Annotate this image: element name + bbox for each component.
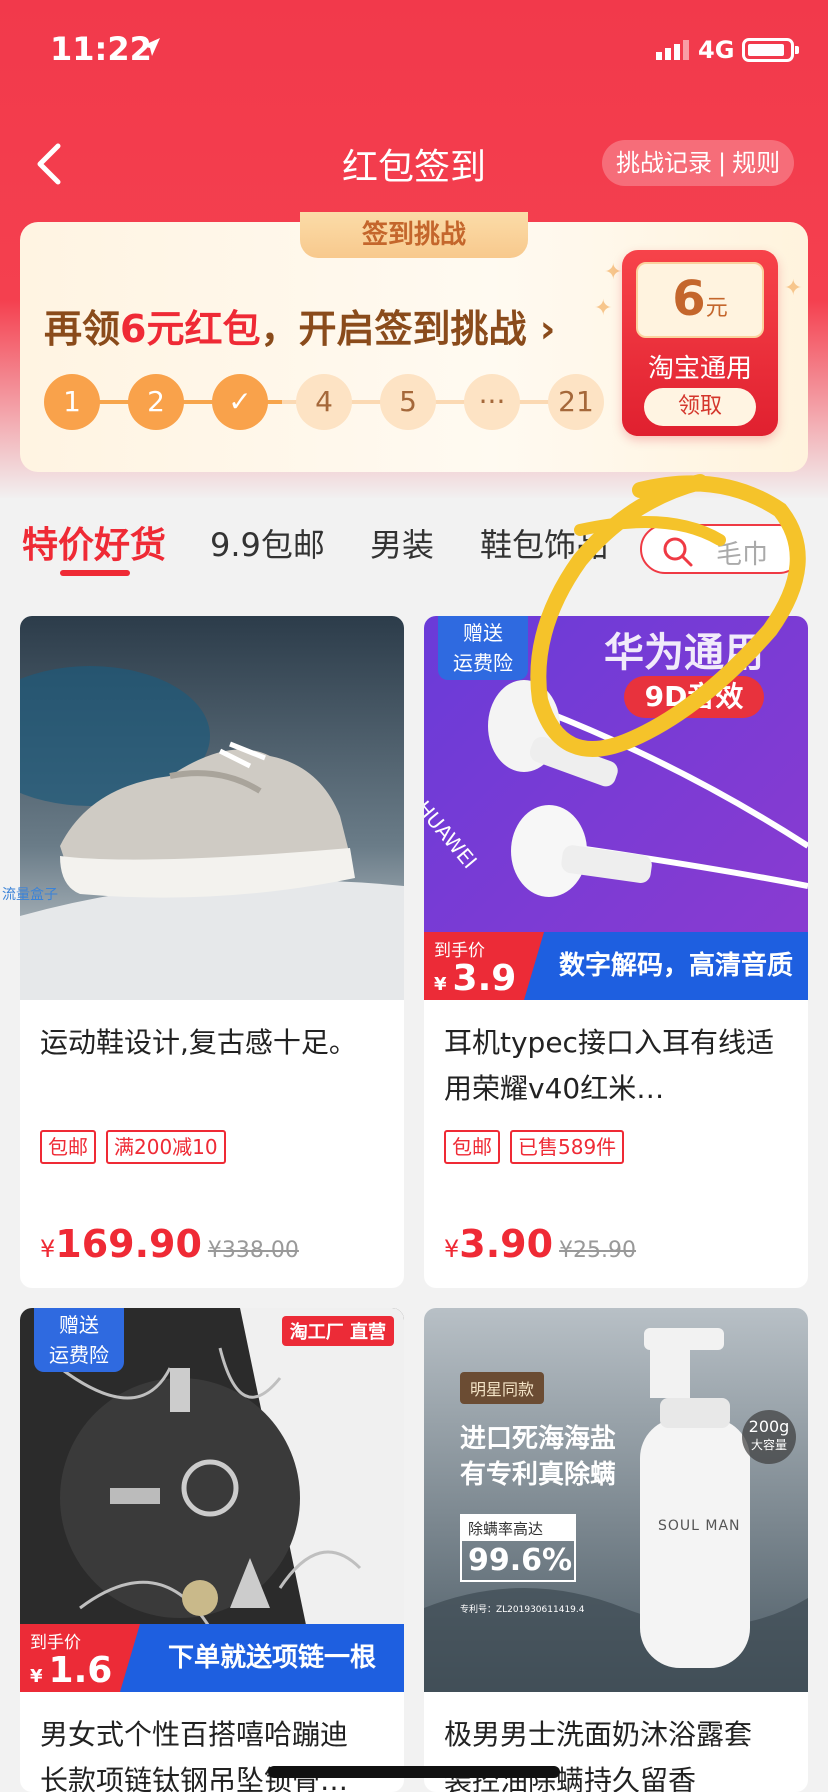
tag-free-shipping: 包邮 <box>444 1130 500 1164</box>
product-title: 耳机typec接口入耳有线适用荣耀v40红米… <box>444 1026 774 1105</box>
watermark: 流量盒子 <box>2 887 58 903</box>
rules-link[interactable]: 规则 <box>732 140 780 186</box>
sparkle-icon: ✦ <box>784 276 803 301</box>
step-5: 5 <box>380 374 436 430</box>
sign-challenge-tab: 签到挑战 <box>300 212 528 258</box>
tag-discount: 满200减10 <box>106 1130 226 1164</box>
tab-special-deals[interactable]: 特价好货 <box>22 516 166 568</box>
image-line-1: 进口死海海盐 <box>460 1424 617 1454</box>
product-title: 极男男士洗面奶沐浴露套装控油除螨持久留香 <box>444 1718 753 1792</box>
product-image-sneaker <box>20 616 404 1000</box>
original-price: ¥25.90 <box>559 1238 637 1263</box>
arrive-price-strip: 到手价 ¥3.9 数字解码，高清音质 <box>424 932 808 1000</box>
search-icon <box>663 537 693 567</box>
status-bar: 11:22 4G <box>0 0 828 100</box>
step-2: 2 <box>128 374 184 430</box>
step-ellipsis: ··· <box>464 374 520 430</box>
product-title: 男女式个性百搭嘻哈蹦迪长款项链钛钢吊坠锁骨… <box>40 1718 349 1792</box>
challenge-records-link[interactable]: 挑战记录 <box>616 140 712 186</box>
image-line-2: 有专利真除螨 <box>460 1460 617 1490</box>
product-tags: 包邮 满200减10 <box>40 1130 226 1164</box>
sparkle-icon: ✦ <box>604 260 623 285</box>
step-4: 4 <box>296 374 352 430</box>
tab-menswear[interactable]: 男装 <box>370 520 434 566</box>
patent-number: 专利号：ZL201930611419.4 <box>460 1605 585 1615</box>
status-time: 11:22 <box>50 30 152 68</box>
tab-free-shipping[interactable]: 9.9包邮 <box>210 520 325 566</box>
step-3-check: ✓ <box>212 374 268 430</box>
coupon-amount-box: 6元 <box>636 262 764 338</box>
product-price: ¥3.90 ¥25.90 <box>444 1222 637 1266</box>
coupon-label: 淘宝通用 <box>647 354 752 384</box>
image-headline: 华为通用 <box>604 630 764 676</box>
volume-badge: 200g 大容量 <box>742 1410 796 1464</box>
claim-button[interactable]: 领取 <box>644 388 756 426</box>
signal-icon <box>656 40 689 60</box>
product-title: 运动鞋设计,复古感十足。 <box>40 1026 357 1059</box>
location-arrow-icon <box>142 38 160 56</box>
arrive-price-strip: 到手价 ¥1.6 下单就送项链一根 <box>20 1624 404 1692</box>
mite-rate-box: 除螨率高达 99.6% <box>460 1514 576 1582</box>
product-card-1[interactable]: 运动鞋设计,复古感十足。 包邮 满200减10 ¥169.90 ¥338.00 <box>20 616 404 1288</box>
shipping-insurance-badge: 赠送 运费险 <box>438 616 528 680</box>
chevron-right-icon: › <box>539 307 556 351</box>
search-input[interactable]: 毛巾 <box>640 524 804 574</box>
product-card-2[interactable]: 赠送 运费险 华为通用 9D音效 HUAWEI 到手价 ¥3.9 数字解码，高清音… <box>424 616 808 1288</box>
product-image-necklace: 赠送 运费险 淘工厂 直营 到手价 ¥1.6 下单就送项链一根 <box>20 1308 404 1692</box>
image-pill: 9D音效 <box>624 676 764 718</box>
original-price: ¥338.00 <box>207 1238 299 1263</box>
home-indicator <box>268 1766 560 1778</box>
step-21: 21 <box>548 374 604 430</box>
coupon-unit: 元 <box>705 296 728 321</box>
product-image-earphones: 赠送 运费险 华为通用 9D音效 HUAWEI 到手价 ¥3.9 数字解码，高清音… <box>424 616 808 1000</box>
product-image-facewash: 明星同款 进口死海海盐 有专利真除螨 除螨率高达 99.6% 专利号：ZL201… <box>424 1308 808 1692</box>
tag-free-shipping: 包邮 <box>40 1130 96 1164</box>
battery-icon <box>742 38 799 62</box>
sparkle-icon: ✦ <box>594 296 613 321</box>
step-1: 1 <box>44 374 100 430</box>
product-card-3[interactable]: 赠送 运费险 淘工厂 直营 到手价 ¥1.6 下单就送项链一根 男女式个性百搭嘻哈… <box>20 1308 404 1792</box>
nav-separator: | <box>718 149 727 177</box>
search-placeholder: 毛巾 <box>716 540 769 570</box>
tag-sold-count: 已售589件 <box>510 1130 625 1164</box>
red-packet-coupon[interactable]: 6元 淘宝通用 领取 <box>622 250 778 436</box>
product-tags: 包邮 已售589件 <box>444 1130 625 1164</box>
product-card-4[interactable]: 明星同款 进口死海海盐 有专利真除螨 除螨率高达 99.6% 专利号：ZL201… <box>424 1308 808 1792</box>
product-brand: SOUL MAN <box>658 1518 741 1534</box>
sign-headline[interactable]: 再领6元红包，开启签到挑战 › <box>44 298 555 353</box>
shipping-insurance-badge: 赠送 运费险 <box>34 1308 124 1372</box>
tab-shoes-bags[interactable]: 鞋包饰品 <box>480 520 608 566</box>
star-same-badge: 明星同款 <box>460 1372 545 1404</box>
network-type: 4G <box>698 36 735 64</box>
active-tab-underline <box>60 570 130 576</box>
sign-progress: 1 2 ✓ 4 5 ··· 21 <box>44 374 604 430</box>
product-price: ¥169.90 ¥338.00 <box>40 1222 299 1266</box>
nav-actions: 挑战记录 | 规则 <box>602 140 795 186</box>
factory-direct-badge: 淘工厂 直营 <box>281 1316 394 1346</box>
coupon-amount: 6 <box>672 271 706 327</box>
